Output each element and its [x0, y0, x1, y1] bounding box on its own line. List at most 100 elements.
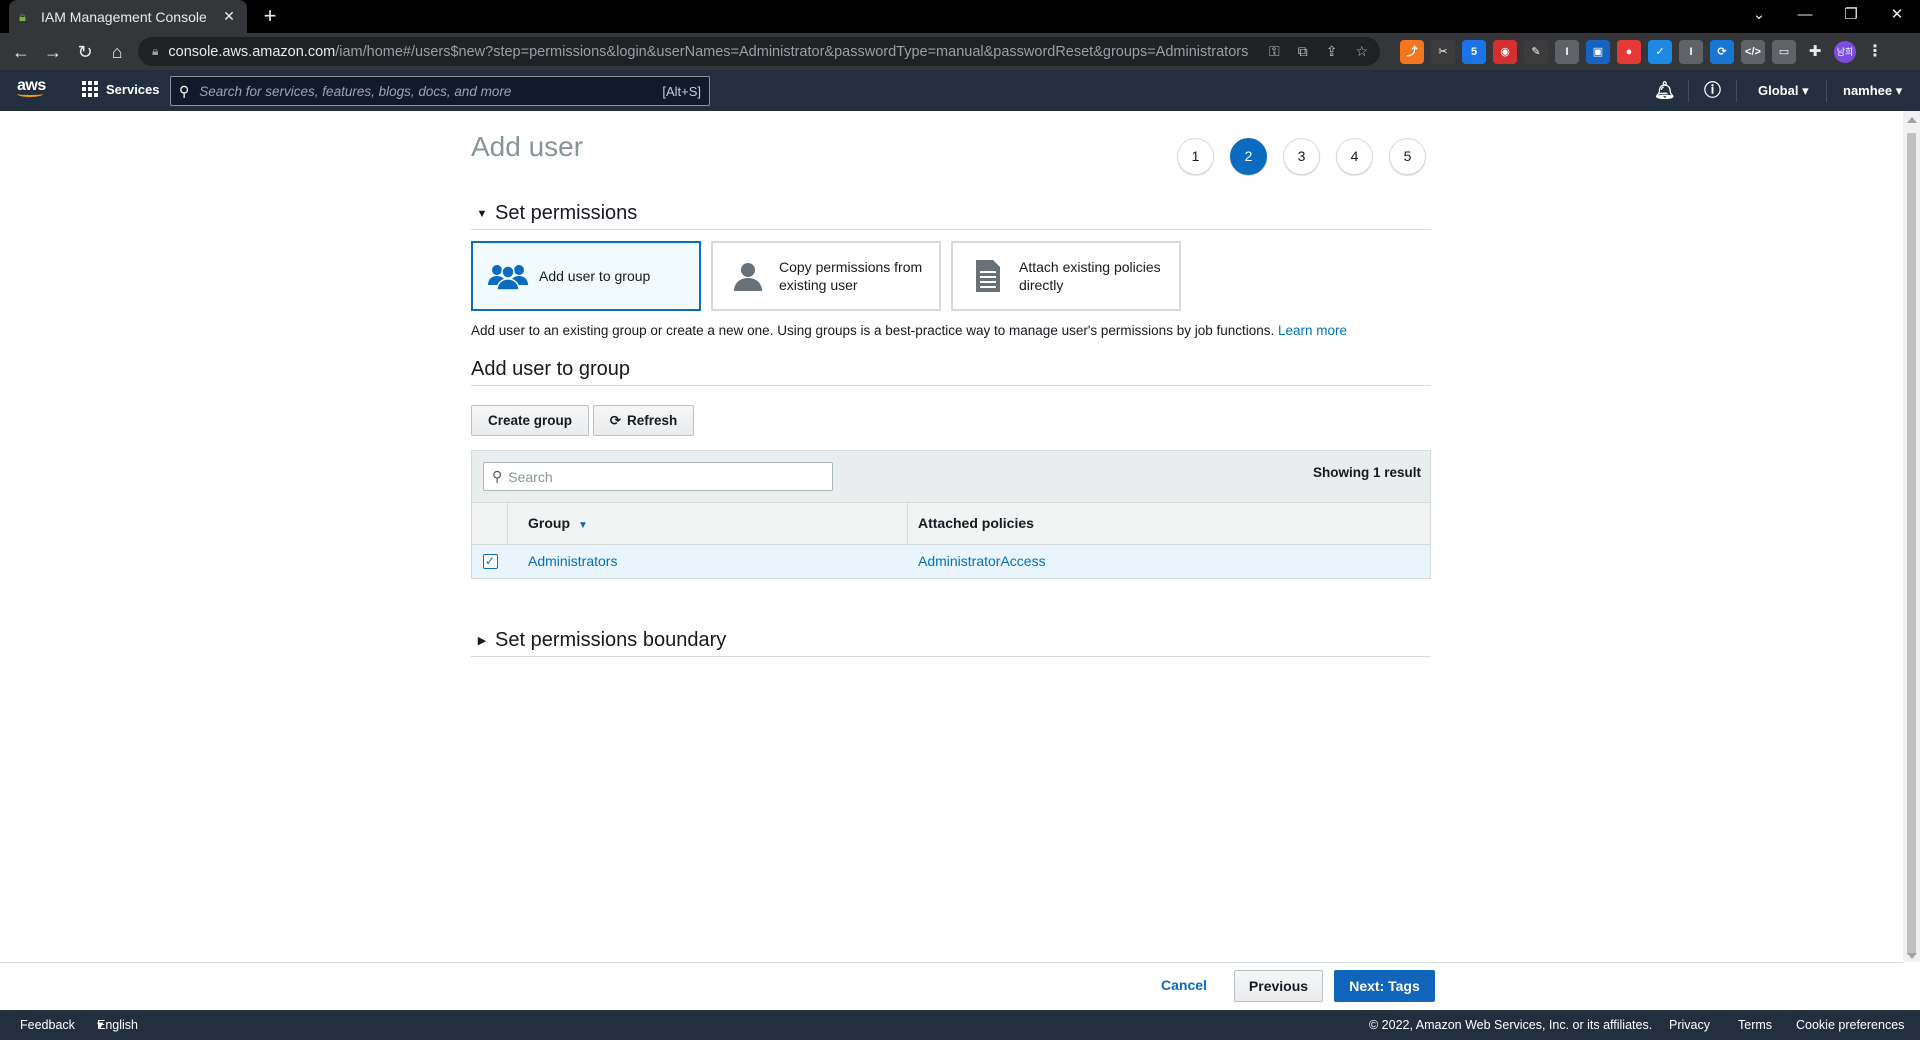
permissions-description: Add user to an existing group or create … [471, 323, 1348, 338]
option-label-line2: directly [1019, 277, 1064, 293]
terms-link[interactable]: Terms [1738, 1010, 1772, 1040]
tab-close-icon[interactable]: ✕ [221, 8, 237, 25]
browser-tab[interactable]: 🔒︎ IAM Management Console ✕ [9, 0, 247, 33]
language-selector[interactable]: English (US) ▾ [97, 1010, 138, 1040]
scroll-up-icon[interactable] [1907, 117, 1917, 123]
extension-icon[interactable]: ⤴ [1400, 40, 1424, 64]
tab-title: IAM Management Console [41, 8, 207, 25]
page-title: Add user [471, 131, 584, 162]
permissions-boundary-header[interactable]: ▶ Set permissions boundary [471, 625, 1431, 657]
step-4[interactable]: 4 [1336, 138, 1373, 175]
result-count: Showing 1 result [1312, 465, 1421, 480]
extension-icon[interactable]: ✎ [1524, 40, 1548, 64]
privacy-link[interactable]: Privacy [1669, 1010, 1710, 1040]
cookie-preferences-link[interactable]: Cookie preferences [1796, 1010, 1904, 1040]
extension-icon[interactable]: ◉ [1493, 40, 1517, 64]
extension-icon[interactable]: ▭ [1772, 40, 1796, 64]
search-shortcut: [Alt+S] [662, 83, 701, 99]
extensions-area: ⤴ ✂ 5 ◉ ✎ I ▣ ● ✓ I ⟳ </> ▭ ✚ 남희 ⋮ [1400, 40, 1887, 64]
set-permissions-header[interactable]: ▼ Set permissions [471, 198, 1431, 230]
extension-icon[interactable]: ▣ [1586, 40, 1610, 64]
reload-icon[interactable]: ↻ [72, 39, 98, 65]
extension-icon[interactable]: ● [1617, 40, 1641, 64]
feedback-link[interactable]: Feedback [20, 1010, 75, 1040]
extension-icon[interactable]: ✂ [1431, 40, 1455, 64]
copyright: © 2022, Amazon Web Services, Inc. or its… [1369, 1018, 1653, 1032]
extension-icon[interactable]: 5 [1462, 40, 1486, 64]
extensions-puzzle-icon[interactable]: ✚ [1803, 40, 1827, 64]
console-footer: Feedback English (US) ▾ © 2022, Amazon W… [0, 1010, 1920, 1040]
address-bar[interactable]: 🔒︎ console.aws.amazon.com/iam/home#/user… [138, 37, 1380, 66]
aws-search-placeholder: Search for services, features, blogs, do… [199, 83, 512, 99]
extension-icon[interactable]: I [1555, 40, 1579, 64]
extension-icon[interactable]: ⟳ [1710, 40, 1734, 64]
step-2-active[interactable]: 2 [1230, 138, 1267, 175]
group-search-input[interactable] [508, 468, 824, 485]
users-group-icon [485, 261, 531, 291]
previous-button[interactable]: Previous [1234, 970, 1323, 1002]
column-header-policies[interactable]: Attached policies [908, 503, 1034, 544]
cancel-button[interactable]: Cancel [1161, 977, 1207, 993]
tab-search-icon[interactable]: ⌄ [1736, 0, 1782, 33]
scroll-down-icon[interactable] [1907, 953, 1917, 959]
option-label-line1: Attach existing policies [1019, 259, 1161, 275]
translate-icon[interactable]: ⧉ [1298, 43, 1308, 60]
extension-icon[interactable]: I [1679, 40, 1703, 64]
caret-right-icon: ▶ [477, 635, 487, 647]
browser-toolbar: ← → ↻ ⌂ 🔒︎ console.aws.amazon.com/iam/ho… [0, 33, 1920, 70]
refresh-icon: ⟳ [609, 412, 622, 428]
window-close-icon[interactable]: ✕ [1874, 0, 1920, 33]
share-icon[interactable]: ⇪ [1326, 43, 1338, 60]
browser-menu-icon[interactable]: ⋮ [1863, 40, 1887, 64]
option-add-user-to-group[interactable]: Add user to group [471, 241, 701, 311]
lock-icon: 🔒︎ [152, 44, 159, 58]
step-5[interactable]: 5 [1389, 138, 1426, 175]
new-tab-icon[interactable]: + [258, 4, 282, 28]
table-header: Group ▼ Attached policies [472, 503, 1430, 545]
profile-avatar[interactable]: 남희 [1834, 41, 1856, 63]
row-checkbox[interactable]: ✓ [482, 554, 498, 569]
option-label: Add user to group [539, 268, 651, 284]
learn-more-link[interactable]: Learn more [1278, 323, 1347, 338]
aws-search-input[interactable]: ⚲ Search for services, features, blogs, … [170, 76, 710, 106]
step-1[interactable]: 1 [1177, 138, 1214, 175]
help-icon[interactable]: ⓘ [1704, 70, 1721, 111]
group-link[interactable]: Administrators [528, 545, 617, 578]
column-header-group[interactable]: Group ▼ [508, 503, 908, 544]
bookmark-star-icon[interactable]: ☆ [1355, 43, 1368, 60]
next-tags-button[interactable]: Next: Tags [1334, 970, 1435, 1002]
add-user-to-group-header: Add user to group [471, 354, 1431, 386]
table-row[interactable]: ✓ Administrators AdministratorAccess [472, 545, 1430, 578]
minimize-icon[interactable]: — [1782, 0, 1828, 33]
browser-tab-bar: 🔒︎ IAM Management Console ✕ + ⌄ — ❐ ✕ [0, 0, 1920, 33]
option-copy-permissions[interactable]: Copy permissions from existing user [711, 241, 941, 311]
table-toolbar: ⚲ Showing 1 result [472, 451, 1430, 503]
option-attach-policies[interactable]: Attach existing policies directly [951, 241, 1181, 311]
scroll-thumb[interactable] [1907, 133, 1916, 955]
restore-icon[interactable]: ❐ [1828, 0, 1874, 33]
account-menu[interactable]: namhee ▾ [1843, 70, 1902, 111]
sort-down-icon: ▼ [578, 520, 588, 531]
key-icon[interactable]: ⚿ [1269, 43, 1280, 60]
policy-link[interactable]: AdministratorAccess [918, 545, 1046, 578]
step-3[interactable]: 3 [1283, 138, 1320, 175]
document-icon [965, 259, 1011, 293]
extension-icon[interactable]: </> [1741, 40, 1765, 64]
option-label-line2: existing user [779, 277, 858, 293]
back-icon[interactable]: ← [8, 39, 34, 65]
extension-icon[interactable]: ✓ [1648, 40, 1672, 64]
create-group-button[interactable]: Create group [471, 405, 589, 436]
group-search[interactable]: ⚲ [483, 462, 833, 491]
refresh-button[interactable]: ⟳ Refresh [593, 405, 694, 436]
home-icon[interactable]: ⌂ [104, 39, 130, 65]
iam-favicon-icon: 🔒︎ [19, 8, 26, 24]
notifications-bell-icon[interactable]: 🔔︎ [1654, 70, 1676, 111]
region-selector[interactable]: Global ▾ [1758, 70, 1809, 111]
permission-options: Add user to group Copy permissions from e… [471, 241, 1181, 311]
caret-down-icon: ▼ [476, 207, 488, 220]
services-menu[interactable]: Services [82, 81, 160, 97]
aws-logo[interactable]: aws [17, 77, 46, 97]
forward-icon[interactable]: → [40, 39, 66, 65]
page-scrollbar[interactable] [1903, 111, 1920, 962]
grid-icon [82, 81, 98, 97]
